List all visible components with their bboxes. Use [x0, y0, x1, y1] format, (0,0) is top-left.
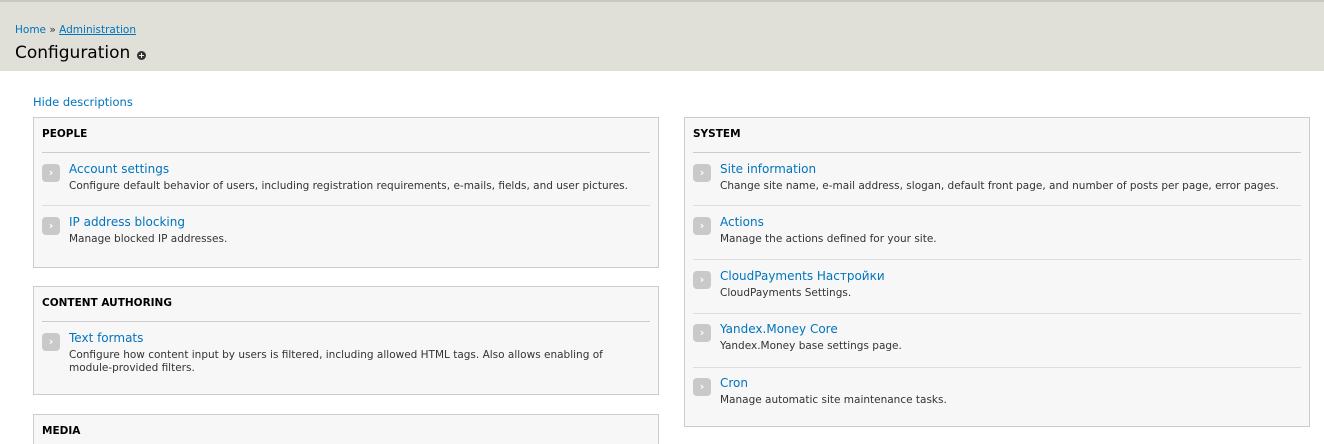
panel-title: CONTENT AUTHORING	[42, 297, 172, 309]
cloudpayments-settings-link[interactable]: CloudPayments Настройки	[720, 269, 885, 283]
site-information-link[interactable]: Site information	[720, 162, 816, 176]
panel-media: MEDIA	[33, 414, 659, 444]
config-item-ip-address-blocking: › IP address blocking Manage blocked IP …	[42, 206, 650, 259]
ip-address-blocking-link[interactable]: IP address blocking	[69, 215, 185, 229]
breadcrumb-home-link[interactable]: Home	[15, 24, 46, 36]
panel-title: PEOPLE	[42, 128, 88, 140]
hide-descriptions-link[interactable]: Hide descriptions	[33, 95, 133, 109]
config-item-cloudpayments: › CloudPayments Настройки CloudPayments …	[693, 260, 1301, 314]
chevron-right-icon: ›	[42, 164, 60, 182]
item-description: Manage blocked IP addresses.	[69, 233, 228, 245]
text-formats-link[interactable]: Text formats	[69, 331, 143, 345]
chevron-right-icon: ›	[693, 378, 711, 396]
item-description: Manage automatic site maintenance tasks.	[720, 394, 947, 406]
config-item-cron: › Cron Manage automatic site maintenance…	[693, 367, 1301, 420]
item-description: Configure how content input by users is …	[69, 349, 603, 374]
chevron-right-icon: ›	[42, 333, 60, 351]
config-item-site-information: › Site information Change site name, e-m…	[693, 153, 1301, 206]
chevron-right-icon: ›	[42, 217, 60, 235]
chevron-right-icon: ›	[693, 271, 711, 289]
account-settings-link[interactable]: Account settings	[69, 162, 169, 176]
config-item-account-settings: › Account settings Configure default beh…	[42, 153, 650, 206]
item-description: Configure default behavior of users, inc…	[69, 180, 628, 192]
panel-content-authoring: CONTENT AUTHORING › Text formats Configu…	[33, 286, 659, 395]
breadcrumb-administration-link[interactable]: Administration	[59, 24, 136, 36]
chevron-right-icon: ›	[693, 164, 711, 182]
breadcrumb-separator: »	[49, 24, 56, 36]
cron-link[interactable]: Cron	[720, 376, 748, 390]
breadcrumb: Home » Administration	[15, 24, 136, 36]
chevron-right-icon: ›	[693, 217, 711, 235]
page-header: Home » Administration Configuration +	[0, 0, 1324, 71]
panel-title: SYSTEM	[693, 128, 741, 140]
config-item-yandex-money-core: › Yandex.Money Core Yandex.Money base se…	[693, 313, 1301, 368]
item-description: CloudPayments Settings.	[720, 287, 852, 299]
actions-link[interactable]: Actions	[720, 215, 764, 229]
yandex-money-core-link[interactable]: Yandex.Money Core	[720, 322, 838, 336]
plus-circle-icon[interactable]: +	[137, 51, 146, 60]
page-title: Configuration	[15, 43, 131, 63]
config-item-text-formats: › Text formats Configure how content inp…	[42, 322, 650, 388]
item-description: Change site name, e-mail address, slogan…	[720, 180, 1279, 192]
panel-title: MEDIA	[42, 425, 81, 437]
item-description: Manage the actions defined for your site…	[720, 233, 937, 245]
panel-people: PEOPLE › Account settings Configure defa…	[33, 117, 659, 268]
config-item-actions: › Actions Manage the actions defined for…	[693, 206, 1301, 260]
chevron-right-icon: ›	[693, 324, 711, 342]
panel-system: SYSTEM › Site information Change site na…	[684, 117, 1310, 427]
item-description: Yandex.Money base settings page.	[720, 340, 902, 352]
